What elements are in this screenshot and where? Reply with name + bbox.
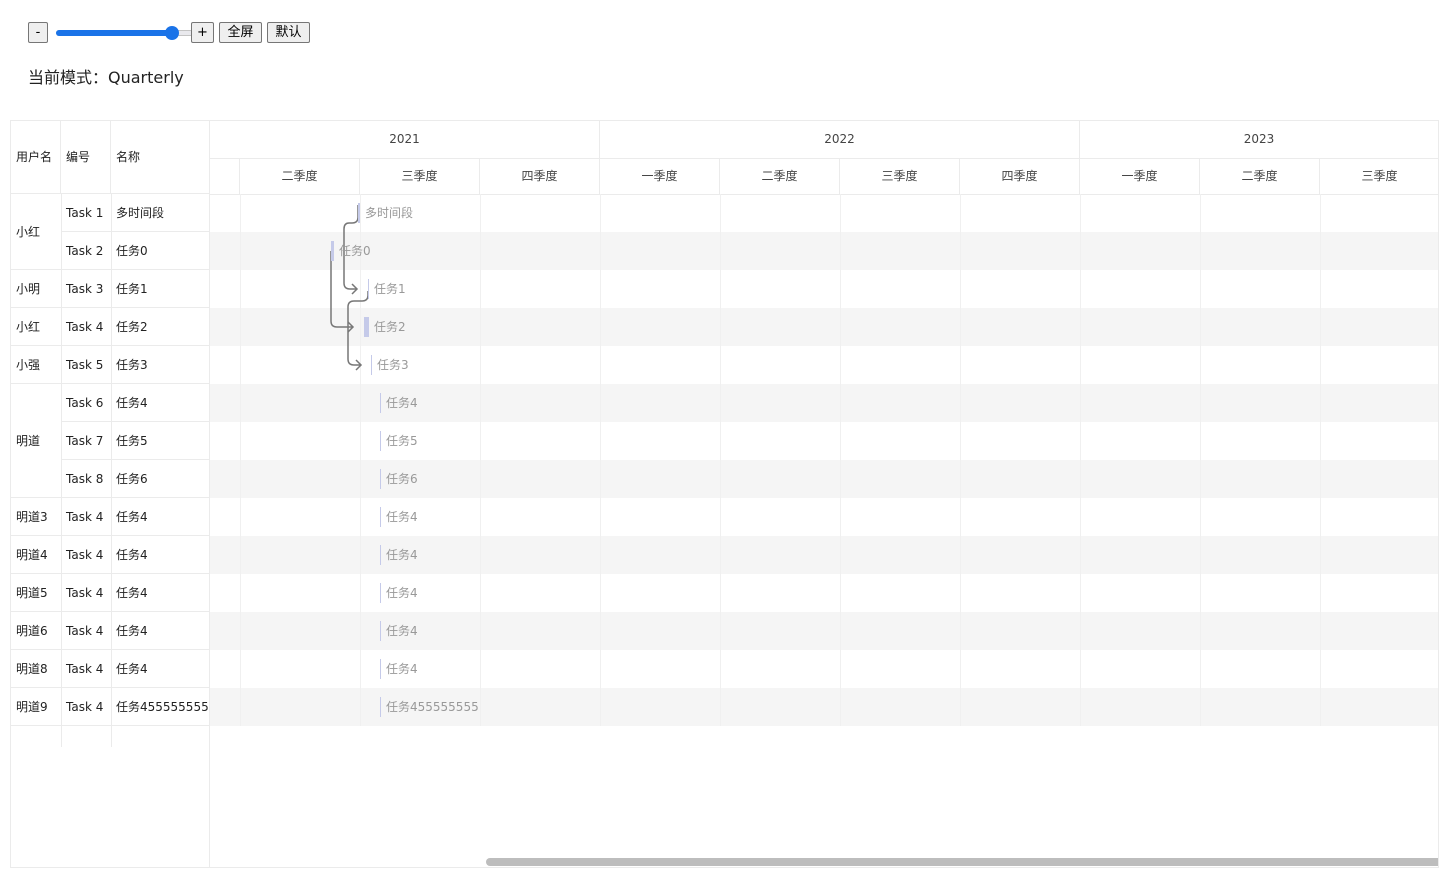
task-bar-label: 任务1 [374,282,406,296]
task-name-cell: 任务3 [111,346,210,384]
user-name-cell: 明道8 [11,650,61,688]
task-name-cell: 任务2 [111,308,210,346]
task-id-cell: Task 4 [61,498,111,536]
task-bar-label: 任务4 [386,586,418,600]
task-bar-label: 任务4 [386,548,418,562]
task-name-cell: 任务4 [111,650,210,688]
task-bar[interactable] [380,621,381,641]
task-bar[interactable] [380,431,381,451]
user-name-cell: 小红 [11,194,61,270]
task-id-cell: Task 4 [61,688,111,726]
task-name-cell: 任务4 [111,384,210,422]
default-button[interactable]: 默认 [267,22,310,43]
column-divider [61,194,62,747]
task-bar[interactable] [368,279,369,299]
task-name-cell: 任务6 [111,460,210,498]
task-bar-label: 任务3 [377,358,409,372]
gantt-chart: 用户名 编号 名称 小红 小明 小红 小强 明道 明道3 明道4 明道5 明道6 明道8 明道9 Ta… [10,120,1439,868]
task-bar[interactable] [380,469,381,489]
task-name-cell: 任务4 [111,612,210,650]
task-bar-label: 任务4 [386,662,418,676]
user-name-cell: 小明 [11,270,61,308]
header-username: 用户名 [11,121,61,194]
task-name-cell: 任务4 [111,498,210,536]
task-bar[interactable] [380,659,381,679]
current-mode-label: 当前模式：Quarterly [28,68,184,87]
task-bar[interactable] [371,355,372,375]
user-name-cell: 明道 [11,384,61,498]
task-bar[interactable] [380,583,381,603]
user-name-cell: 明道4 [11,536,61,574]
task-bar[interactable] [380,393,381,413]
task-bar[interactable] [380,697,381,717]
task-id-cell: Task 4 [61,650,111,688]
task-id-cell: Task 3 [61,270,111,308]
task-name-cell: 任务455555555 [111,688,210,726]
task-bar-label: 任务6 [386,472,418,486]
task-name-cell: 任务4 [111,574,210,612]
task-bar-label: 任务5 [386,434,418,448]
task-bar[interactable] [380,507,381,527]
horizontal-scrollbar[interactable] [486,858,1438,866]
task-bar[interactable] [380,545,381,565]
task-name-cell: 多时间段 [111,194,210,232]
task-id-cell: Task 4 [61,574,111,612]
task-name-cell: 任务1 [111,270,210,308]
task-bar[interactable] [331,241,334,261]
zoom-slider[interactable] [56,26,211,40]
task-id-cell: Task 6 [61,384,111,422]
task-id-cell: Task 4 [61,612,111,650]
task-id-cell: Task 4 [61,536,111,574]
task-bar-label: 任务455555555 [386,700,479,714]
task-name-cell: 任务0 [111,232,210,270]
task-bar-label: 任务4 [386,624,418,638]
zoom-out-button[interactable]: - [28,22,48,43]
task-name-cell: 任务4 [111,536,210,574]
user-name-cell: 明道6 [11,612,61,650]
task-id-cell: Task 2 [61,232,111,270]
user-name-cell: 小强 [11,346,61,384]
zoom-slider-thumb[interactable] [165,26,180,40]
column-divider [111,194,112,747]
user-name-cell: 明道5 [11,574,61,612]
task-id-cell: Task 8 [61,460,111,498]
task-bar-label: 任务2 [374,320,406,334]
header-id: 编号 [61,121,111,194]
task-id-cell: Task 7 [61,422,111,460]
task-bar-label: 任务4 [386,396,418,410]
task-name-cell: 任务5 [111,422,210,460]
zoom-slider-fill [56,30,173,36]
task-id-cell: Task 5 [61,346,111,384]
task-id-cell: Task 1 [61,194,111,232]
task-bar-label: 任务0 [339,244,371,258]
timeline-area: 2021 2022 2023 二季度 三季度 四季度 一季度 二季度 三季度 四季度 一季度 二季度… [210,121,1438,867]
header-name: 名称 [116,150,141,164]
dependency-links [330,205,369,371]
task-table-header: 用户名 编号 名称 [11,121,210,194]
user-name-cell: 明道9 [11,688,61,726]
fullscreen-button[interactable]: 全屏 [219,22,262,43]
task-bar-label: 任务4 [386,510,418,524]
task-bar[interactable] [364,317,369,337]
user-name-cell: 明道3 [11,498,61,536]
zoom-in-button[interactable]: + [191,22,214,43]
user-name-cell: 小红 [11,308,61,346]
task-id-cell: Task 4 [61,308,111,346]
task-bar-label: 多时间段 [365,206,414,220]
task-bar[interactable] [358,203,360,223]
task-table: 用户名 编号 名称 小红 小明 小红 小强 明道 明道3 明道4 明道5 明道6 明道8 明道9 Ta… [11,121,210,867]
